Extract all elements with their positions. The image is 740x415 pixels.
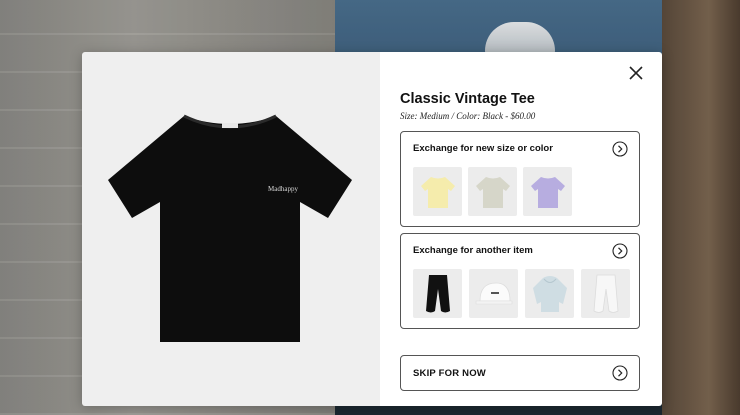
- variant-thumbnails: [413, 167, 572, 216]
- product-details: Size: Medium / Color: Black - $60.00: [400, 111, 536, 121]
- exchange-options-panel: Classic Vintage Tee Size: Medium / Color…: [380, 52, 662, 406]
- arrow-right-circle-icon[interactable]: [612, 365, 628, 381]
- black-tee-image: Madhappy: [108, 114, 352, 342]
- variant-thumb-lavender[interactable]: [523, 167, 572, 216]
- item-thumb-white-sweatpants[interactable]: [581, 269, 630, 318]
- close-icon[interactable]: [628, 65, 644, 81]
- yellow-tee-icon: [420, 176, 455, 208]
- sage-tee-icon: [475, 176, 510, 208]
- exchange-modal: Madhappy Classic Vintage Tee Size: Mediu…: [82, 52, 662, 406]
- item-thumb-black-sweatpants[interactable]: [413, 269, 462, 318]
- exchange-size-color-card[interactable]: Exchange for new size or color: [400, 131, 640, 227]
- skip-for-now-label: SKIP FOR NOW: [413, 368, 486, 379]
- item-thumbnails: [413, 269, 630, 318]
- variant-thumb-sage[interactable]: [468, 167, 517, 216]
- item-thumb-white-cap[interactable]: [469, 269, 518, 318]
- item-thumb-light-blue-hoodie[interactable]: [525, 269, 574, 318]
- lavender-tee-icon: [530, 176, 565, 208]
- chest-logo: Madhappy: [268, 185, 298, 193]
- white-cap-icon: [475, 282, 512, 304]
- arrow-right-circle-icon[interactable]: [612, 141, 628, 157]
- white-sweatpants-icon: [593, 274, 618, 313]
- product-image-panel: Madhappy: [82, 52, 380, 406]
- skip-for-now-button[interactable]: SKIP FOR NOW: [400, 355, 640, 391]
- light-blue-hoodie-icon: [532, 275, 567, 312]
- neck-label: [222, 123, 238, 128]
- exchange-size-color-label: Exchange for new size or color: [413, 143, 553, 154]
- black-sweatpants-icon: [425, 274, 450, 312]
- exchange-another-item-label: Exchange for another item: [413, 245, 533, 256]
- exchange-another-item-card[interactable]: Exchange for another item: [400, 233, 640, 329]
- variant-thumb-yellow[interactable]: [413, 167, 462, 216]
- arrow-right-circle-icon[interactable]: [612, 243, 628, 259]
- product-title: Classic Vintage Tee: [400, 91, 535, 107]
